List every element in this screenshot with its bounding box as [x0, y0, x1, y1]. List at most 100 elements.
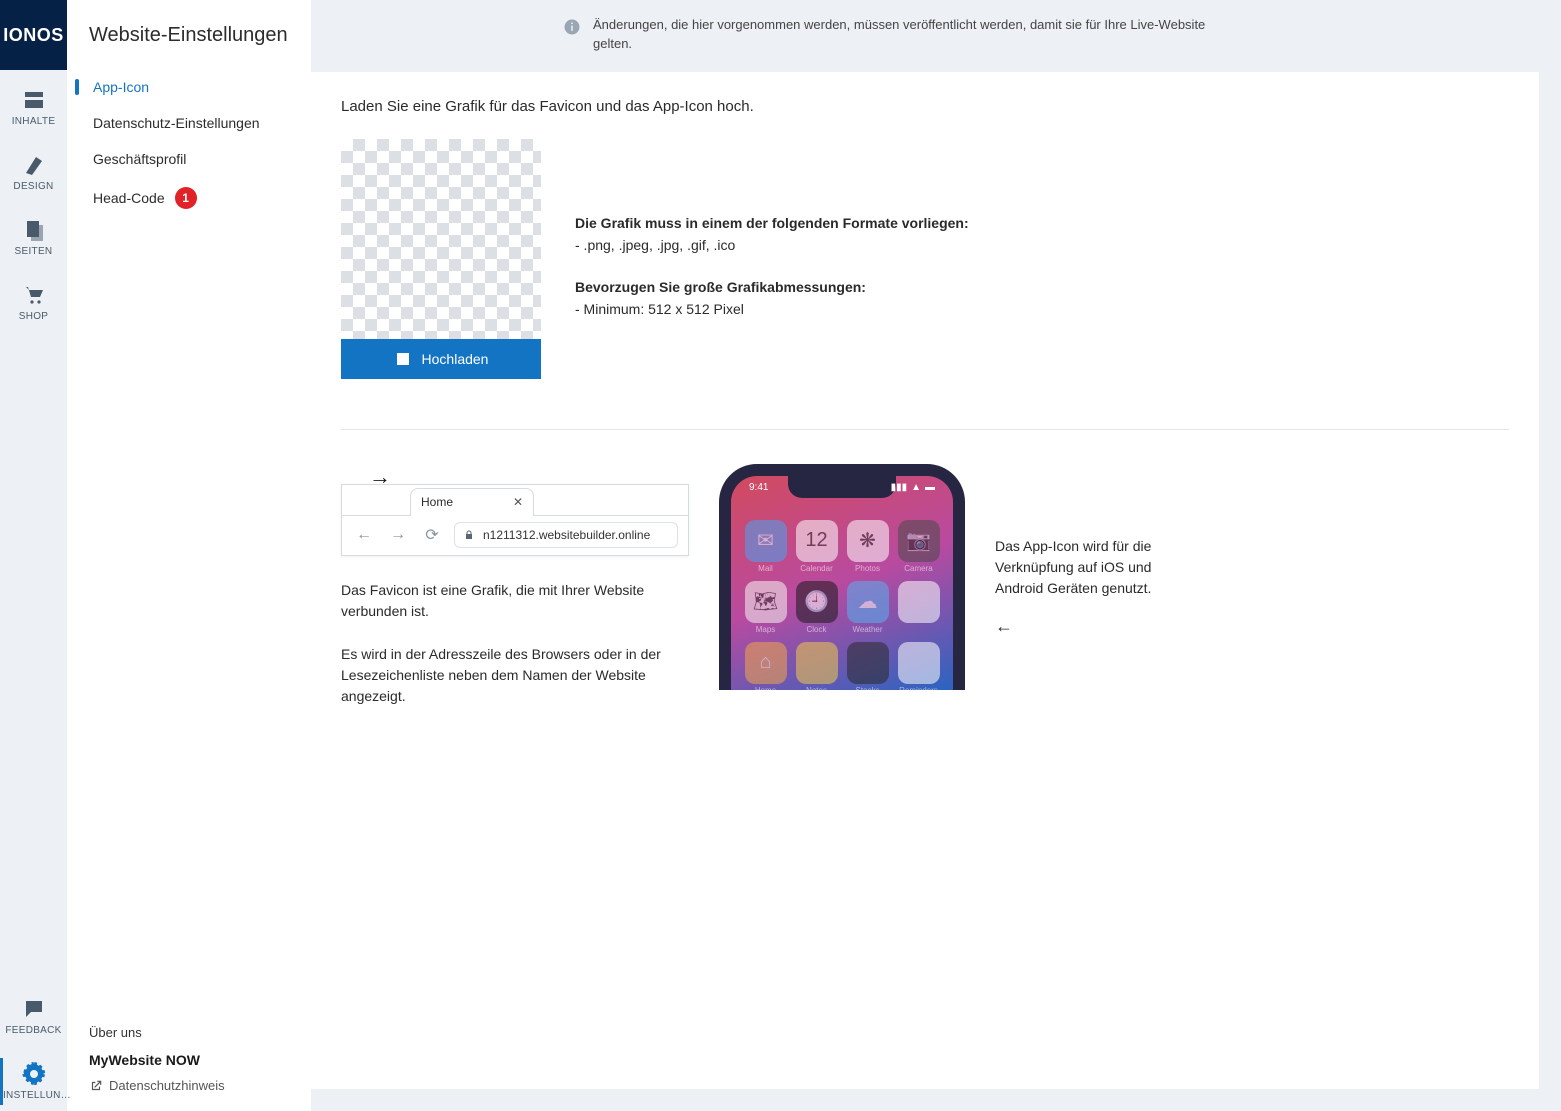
intro-text: Laden Sie eine Grafik für das Favicon un…	[341, 98, 1509, 115]
phone-app: ❋ Photos	[845, 520, 890, 573]
phone-time: 9:41	[749, 482, 768, 493]
phone-app-icon	[898, 642, 940, 684]
privacy-link[interactable]: Datenschutzhinweis	[89, 1078, 289, 1093]
sidebar-item-label: Head-Code	[93, 190, 165, 206]
phone-app-label: Photos	[855, 564, 880, 573]
url-display: n1211312.websitebuilder.online	[454, 522, 678, 548]
main-card: Laden Sie eine Grafik für das Favicon un…	[311, 72, 1539, 1089]
external-link-icon	[89, 1079, 103, 1093]
phone-notch	[788, 476, 896, 498]
rail-label: DESIGN	[13, 181, 53, 192]
phone-app-icon: 12	[796, 520, 838, 562]
rail-item-inhalte[interactable]: INHALTE	[0, 84, 67, 131]
phone-app: ☁ Weather	[845, 581, 890, 634]
signal-icon: ▮▮▮	[891, 482, 908, 493]
about-heading: Über uns	[89, 1025, 289, 1040]
sidebar-item-geschaeftsprofil[interactable]: Geschäftsprofil	[67, 141, 311, 177]
phone-app-label: Calendar	[800, 564, 832, 573]
sidebar-item-label: Datenschutz-Einstellungen	[93, 115, 260, 131]
sidebar-item-datenschutz[interactable]: Datenschutz-Einstellungen	[67, 105, 311, 141]
cart-icon	[22, 283, 46, 307]
settings-sidebar: Website-Einstellungen App-Icon Datenschu…	[67, 0, 311, 1111]
phone-app-icon	[898, 581, 940, 623]
phone-app-label: Home	[755, 686, 776, 690]
favicon-desc-1: Das Favicon ist eine Grafik, die mit Ihr…	[341, 580, 689, 622]
privacy-label: Datenschutzhinweis	[109, 1078, 225, 1093]
back-icon: ←	[352, 523, 376, 547]
rail-item-feedback[interactable]: FEEDBACK	[0, 993, 67, 1040]
close-icon: ✕	[513, 495, 523, 509]
format-list: - .png, .jpeg, .jpg, .gif, .ico	[575, 237, 969, 253]
brand-logo[interactable]: IONOS	[0, 0, 67, 70]
rail-item-shop[interactable]: SHOP	[0, 279, 67, 326]
nav-rail: IONOS INHALTE DESIGN SEITEN SHOP	[0, 0, 67, 1111]
phone-app: 🕘 Clock	[794, 581, 839, 634]
phone-app-label: Reminders	[899, 686, 938, 690]
phone-app-label: Weather	[852, 625, 882, 634]
rail-label: INHALTE	[12, 116, 56, 127]
tab-title: Home	[421, 495, 453, 509]
reload-icon: ⟳	[420, 523, 444, 547]
phone-app-icon	[847, 642, 889, 684]
phone-app-icon	[796, 642, 838, 684]
unpublished-notice: Änderungen, die hier vorgenommen werden,…	[311, 0, 1561, 72]
size-heading: Bevorzugen Sie große Grafikabmessungen:	[575, 279, 866, 295]
phone-app	[896, 581, 941, 634]
settings-nav: App-Icon Datenschutz-Einstellungen Gesch…	[67, 63, 311, 219]
phone-app: ⌂ Home	[743, 642, 788, 690]
url-text: n1211312.websitebuilder.online	[483, 528, 650, 542]
sidebar-item-label: Geschäftsprofil	[93, 151, 186, 167]
image-icon	[394, 350, 412, 368]
size-text: - Minimum: 512 x 512 Pixel	[575, 301, 969, 317]
browser-tab: Home ✕	[410, 488, 534, 516]
phone-app: 12 Calendar	[794, 520, 839, 573]
rail-label: SEITEN	[15, 246, 53, 257]
info-icon	[563, 18, 581, 36]
rail-item-einstellungen[interactable]: EINSTELLUN…	[0, 1058, 67, 1105]
rail-label: FEEDBACK	[5, 1025, 61, 1036]
phone-app: Reminders	[896, 642, 941, 690]
divider	[341, 429, 1509, 430]
app-icon-desc: Das App-Icon wird für die Verknüpfung au…	[995, 536, 1185, 599]
gear-icon	[22, 1062, 46, 1086]
phone-app-icon: 📷	[898, 520, 940, 562]
lock-icon	[463, 529, 475, 541]
phone-app-icon: ☁	[847, 581, 889, 623]
upload-button[interactable]: Hochladen	[341, 339, 541, 379]
phone-app: Stocks	[845, 642, 890, 690]
sidebar-item-head-code[interactable]: Head-Code 1	[67, 177, 311, 219]
battery-icon: ▬	[925, 482, 935, 493]
phone-app-icon: ✉	[745, 520, 787, 562]
sidebar-item-label: App-Icon	[93, 79, 149, 95]
phone-app-label: Mail	[758, 564, 773, 573]
notification-badge: 1	[175, 187, 197, 209]
phone-app: ✉ Mail	[743, 520, 788, 573]
sidebar-item-app-icon[interactable]: App-Icon	[67, 69, 311, 105]
phone-app-icon: ❋	[847, 520, 889, 562]
phone-app-label: Clock	[806, 625, 826, 634]
upload-preview	[341, 139, 541, 339]
favicon-desc-2: Es wird in der Adresszeile des Browsers …	[341, 644, 689, 707]
sidebar-title: Website-Einstellungen	[89, 24, 289, 47]
arrow-left-icon: ←	[995, 613, 1185, 640]
phone-app-icon: ⌂	[745, 642, 787, 684]
phone-app-label: Notes	[806, 686, 827, 690]
phone-app: 🗺Maps	[743, 581, 788, 634]
phone-app-label: Maps	[756, 625, 776, 634]
wifi-icon: ▲	[911, 482, 921, 493]
rail-item-design[interactable]: DESIGN	[0, 149, 67, 196]
phone-app-icon: 🕘	[796, 581, 838, 623]
rail-item-seiten[interactable]: SEITEN	[0, 214, 67, 261]
rail-label: SHOP	[19, 311, 49, 322]
notice-text: Änderungen, die hier vorgenommen werden,…	[593, 16, 1213, 54]
phone-preview: 9:41 ▮▮▮ ▲ ▬ ✉ Mail 12 Calendar ❋ Photos 📷Came…	[719, 464, 965, 690]
product-name: MyWebsite NOW	[89, 1052, 289, 1068]
phone-app: 📷Camera	[896, 520, 941, 573]
phone-app-label: Stocks	[855, 686, 879, 690]
chat-icon	[22, 997, 46, 1021]
browser-preview: Home ✕ ← → ⟳ n1211312.websitebuilder.onl…	[341, 484, 689, 556]
design-icon	[22, 153, 46, 177]
pages-icon	[22, 218, 46, 242]
format-heading: Die Grafik muss in einem der folgenden F…	[575, 215, 969, 231]
upload-label: Hochladen	[422, 351, 489, 367]
